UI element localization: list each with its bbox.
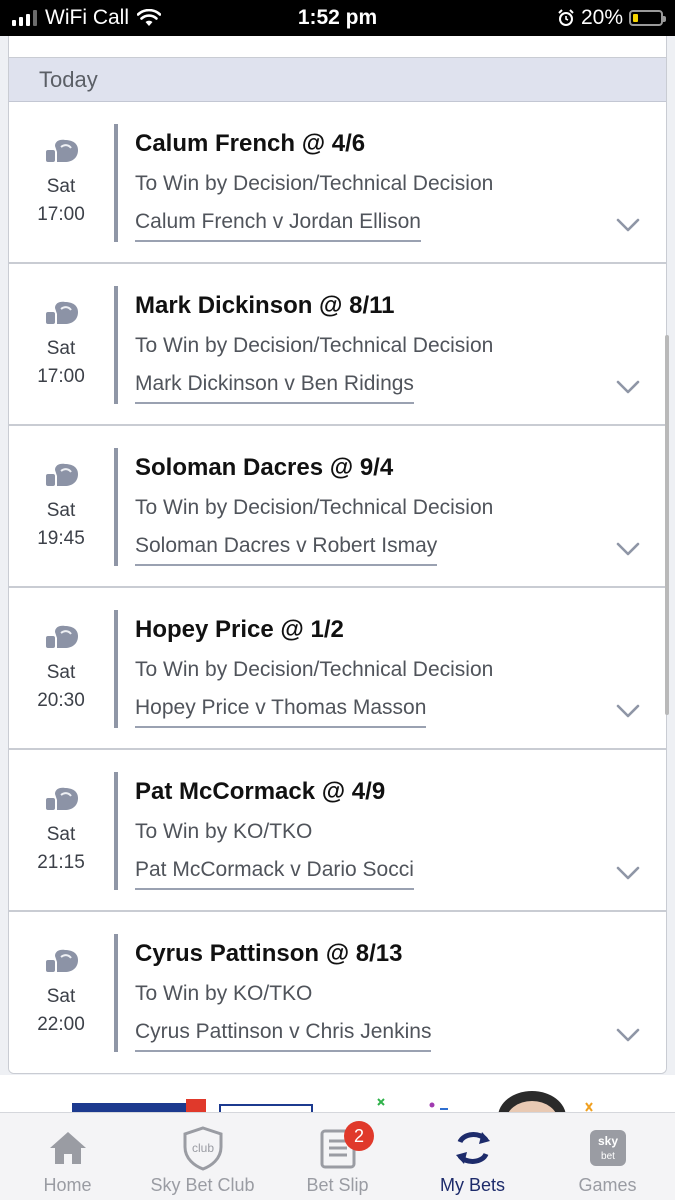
bet-market: To Win by Decision/Technical Decision <box>135 334 494 357</box>
bottom-tab-bar: Home club Sky Bet Club 2 Bet Slip My Bet… <box>0 1112 675 1200</box>
tab-bet-slip[interactable]: 2 Bet Slip <box>270 1113 405 1200</box>
bet-day: Sat <box>46 500 76 521</box>
bet-list: Sat 17:00 Calum French @ 4/6 To Win by D… <box>9 102 666 1073</box>
bet-date-column: Sat 17:00 <box>9 264 113 424</box>
bet-divider-bar <box>114 772 118 890</box>
bet-event-link[interactable]: Hopey Price v Thomas Masson <box>135 696 427 728</box>
bet-date-column: Sat 22:00 <box>9 912 113 1073</box>
bet-divider-bar <box>114 448 118 566</box>
tab-bet-slip-label: Bet Slip <box>306 1175 369 1195</box>
bet-event-link[interactable]: Cyrus Pattinson v Chris Jenkins <box>135 1020 432 1052</box>
chevron-down-icon[interactable] <box>616 704 640 718</box>
games-icon-text-top: sky <box>597 1134 617 1148</box>
signal-icon <box>12 10 37 26</box>
bet-selection-title: Pat McCormack @ 4/9 <box>135 778 386 805</box>
scrollbar[interactable] <box>665 335 669 715</box>
chevron-down-icon[interactable] <box>616 218 640 232</box>
betslip-count-badge: 2 <box>344 1121 374 1151</box>
bet-time: 17:00 <box>37 204 85 225</box>
chevron-down-icon[interactable] <box>616 542 640 556</box>
tab-my-bets-label: My Bets <box>439 1175 505 1195</box>
status-time: 1:52 pm <box>297 6 378 29</box>
bet-selection-title: Mark Dickinson @ 8/11 <box>135 292 395 319</box>
carrier-label: WiFi Call <box>45 6 129 29</box>
battery-icon <box>629 10 666 26</box>
tab-sky-bet-club-label: Sky Bet Club <box>150 1175 255 1195</box>
boxing-glove-icon <box>46 949 78 972</box>
boxing-glove-icon <box>46 301 78 324</box>
tab-games[interactable]: sky bet Games <box>540 1113 675 1200</box>
chevron-down-icon[interactable] <box>616 1028 640 1042</box>
battery-fill <box>633 14 639 22</box>
bet-time: 22:00 <box>37 1014 85 1035</box>
bet-row[interactable]: Sat 17:00 Mark Dickinson @ 8/11 To Win b… <box>9 264 666 426</box>
bet-date-column: Sat 20:30 <box>9 588 113 748</box>
bet-selection-title: Cyrus Pattinson @ 8/13 <box>135 940 403 967</box>
tab-games-label: Games <box>578 1175 637 1195</box>
chevron-down-icon[interactable] <box>616 866 640 880</box>
bet-event-link[interactable]: Pat McCormack v Dario Socci <box>135 858 414 890</box>
bet-market: To Win by Decision/Technical Decision <box>135 658 494 681</box>
bet-time: 19:45 <box>37 528 85 549</box>
bets-list-panel[interactable]: Today Sat 17:00 Calum French @ 4/6 To Wi… <box>8 36 667 1074</box>
bet-day: Sat <box>46 176 76 197</box>
club-shield-icon: club <box>183 1126 222 1171</box>
bet-date-column: Sat 17:00 <box>9 102 113 262</box>
club-shield-text: club <box>191 1141 213 1155</box>
home-icon <box>49 1132 86 1164</box>
alarm-icon <box>558 9 574 26</box>
bet-market: To Win by KO/TKO <box>135 820 313 843</box>
battery-percent: 20% <box>580 6 623 29</box>
bet-day: Sat <box>46 824 76 845</box>
bet-divider-bar <box>114 610 118 728</box>
wifi-icon <box>137 9 161 26</box>
bet-divider-bar <box>114 124 118 242</box>
my-bets-icon <box>455 1132 490 1164</box>
boxing-glove-icon <box>46 463 78 486</box>
tab-home[interactable]: Home <box>0 1113 135 1200</box>
tab-home-label: Home <box>43 1175 92 1195</box>
bet-event-link[interactable]: Calum French v Jordan Ellison <box>135 210 421 242</box>
bet-time: 20:30 <box>37 690 85 711</box>
bet-row[interactable]: Sat 22:00 Cyrus Pattinson @ 8/13 To Win … <box>9 912 666 1073</box>
bet-market: To Win by KO/TKO <box>135 982 313 1005</box>
status-right: 20% <box>423 6 666 30</box>
bet-selection-title: Hopey Price @ 1/2 <box>135 616 344 643</box>
bet-divider-bar <box>114 286 118 404</box>
bet-day: Sat <box>46 338 76 359</box>
day-header: Today <box>9 58 666 102</box>
games-icon-text-bottom: bet <box>601 1151 615 1162</box>
bet-selection-title: Soloman Dacres @ 9/4 <box>135 454 394 481</box>
bet-row[interactable]: Sat 21:15 Pat McCormack @ 4/9 To Win by … <box>9 750 666 912</box>
bet-market: To Win by Decision/Technical Decision <box>135 496 494 519</box>
bet-day: Sat <box>46 986 76 1007</box>
bet-row[interactable]: Sat 20:30 Hopey Price @ 1/2 To Win by De… <box>9 588 666 750</box>
bet-day: Sat <box>46 662 76 683</box>
bet-selection-title: Calum French @ 4/6 <box>135 130 366 157</box>
bet-date-column: Sat 19:45 <box>9 426 113 586</box>
previous-section-edge <box>9 36 666 58</box>
promo-banner[interactable] <box>0 1075 675 1113</box>
promo-banner-graphic <box>72 1091 593 1113</box>
boxing-glove-icon <box>46 787 78 810</box>
day-header-label: Today <box>39 66 98 92</box>
app-screen: WiFi Call 1:52 pm 20% Today Sat 17:00 Ca… <box>0 0 675 1200</box>
boxing-glove-icon <box>46 625 78 648</box>
bet-event-link[interactable]: Soloman Dacres v Robert Ismay <box>135 534 438 566</box>
chevron-down-icon[interactable] <box>616 380 640 394</box>
tab-sky-bet-club[interactable]: club Sky Bet Club <box>135 1113 270 1200</box>
status-left: WiFi Call <box>12 6 252 30</box>
tab-my-bets[interactable]: My Bets <box>405 1113 540 1200</box>
bet-time: 17:00 <box>37 366 85 387</box>
bet-divider-bar <box>114 934 118 1052</box>
bet-market: To Win by Decision/Technical Decision <box>135 172 494 195</box>
games-icon: sky bet <box>589 1130 626 1166</box>
bet-time: 21:15 <box>37 852 85 873</box>
boxing-glove-icon <box>46 139 78 162</box>
status-bar: WiFi Call 1:52 pm 20% <box>0 0 675 36</box>
bet-row[interactable]: Sat 17:00 Calum French @ 4/6 To Win by D… <box>9 102 666 264</box>
bet-event-link[interactable]: Mark Dickinson v Ben Ridings <box>135 372 414 404</box>
bet-date-column: Sat 21:15 <box>9 750 113 910</box>
bet-row[interactable]: Sat 19:45 Soloman Dacres @ 9/4 To Win by… <box>9 426 666 588</box>
